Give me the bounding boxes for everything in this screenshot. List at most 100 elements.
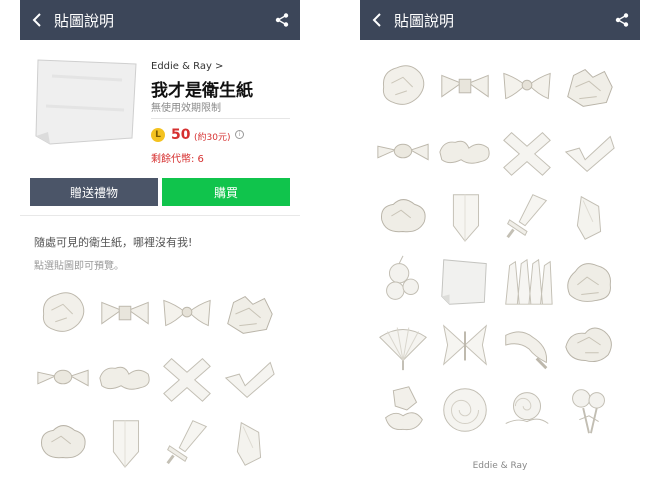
sticker-image <box>564 135 615 172</box>
sticker-crumpled-ball[interactable] <box>372 55 434 119</box>
sticker-cross[interactable] <box>496 120 558 184</box>
sticker-image <box>385 385 423 430</box>
sticker-twist[interactable] <box>434 55 496 119</box>
sticker-image <box>236 421 262 466</box>
sticker-image <box>567 69 613 107</box>
share-icon <box>615 13 629 27</box>
sticker-image <box>442 324 488 366</box>
sticker-bouquet[interactable] <box>558 378 620 442</box>
divider <box>151 118 290 119</box>
sticker-paper-sheet[interactable] <box>434 249 496 313</box>
sticker-main-image <box>35 59 137 145</box>
sticker-bow[interactable] <box>156 282 218 346</box>
sticker-image <box>224 361 275 398</box>
sticker-image <box>572 388 605 433</box>
sticker-twist[interactable] <box>94 282 156 346</box>
sticker-rosette[interactable] <box>496 378 558 442</box>
sticker-sword[interactable] <box>496 184 558 248</box>
sticker-image <box>505 391 549 424</box>
sticker-image <box>441 258 487 305</box>
sticker-image <box>386 255 419 300</box>
sticker-checkmark[interactable] <box>218 346 280 410</box>
validity-text: 無使用效期限制 <box>151 103 221 114</box>
sticker-pompom[interactable] <box>372 249 434 313</box>
pack-name: 我才是衛生紙 <box>151 81 253 101</box>
sticker-grid <box>32 282 280 474</box>
sticker-checkmark[interactable] <box>558 120 620 184</box>
sticker-folded-point[interactable] <box>434 184 496 248</box>
sticker-image <box>41 425 86 459</box>
sticker-small-bow[interactable] <box>372 120 434 184</box>
sticker-image <box>382 65 425 105</box>
sticker-image <box>452 194 480 242</box>
page-title: 貼圖說明 <box>54 11 115 30</box>
sticker-small-bow[interactable] <box>32 346 94 410</box>
price-twd: (約30元) <box>194 133 231 143</box>
page-title: 貼圖說明 <box>394 11 455 30</box>
sticker-scroll[interactable] <box>218 410 280 474</box>
remaining-coins: 剩餘代幣: 6 <box>151 154 204 165</box>
sticker-sword[interactable] <box>156 410 218 474</box>
sticker-image <box>443 387 487 432</box>
sticker-grid <box>372 55 620 442</box>
sticker-folded-point[interactable] <box>94 410 156 474</box>
sticker-image <box>567 262 611 302</box>
gift-button[interactable]: 贈送禮物 <box>30 178 158 206</box>
top-bar: 貼圖說明 <box>360 0 640 40</box>
sticker-crumple-pile[interactable] <box>558 249 620 313</box>
sticker-image <box>379 327 427 371</box>
left-screen: 貼圖說明 Eddie & Ray > 我才是衛生紙 無使用效期限制 L 50 (… <box>20 0 300 503</box>
sticker-image <box>42 292 85 332</box>
author-credit: Eddie & Ray <box>472 461 528 471</box>
sticker-rose[interactable] <box>434 378 496 442</box>
right-screen: 貼圖說明 Eddie & Ray <box>360 0 640 503</box>
sticker-swirl[interactable] <box>496 313 558 377</box>
sticker-image <box>227 296 273 334</box>
sticker-scroll[interactable] <box>558 184 620 248</box>
top-bar: 貼圖說明 <box>20 0 300 40</box>
coin-icon: L <box>151 128 165 142</box>
sticker-bow[interactable] <box>496 55 558 119</box>
sticker-image <box>381 199 426 233</box>
sticker-image <box>506 194 548 239</box>
info-icon[interactable]: i <box>235 130 244 139</box>
preview-hint: 點選貼圖即可預覽。 <box>34 261 124 272</box>
sticker-image <box>99 366 150 390</box>
sticker-butterfly[interactable] <box>434 313 496 377</box>
sticker-image <box>101 301 149 325</box>
sticker-flower-crumple[interactable] <box>558 313 620 377</box>
sticker-image <box>441 74 489 98</box>
share-button[interactable] <box>604 0 640 40</box>
share-button[interactable] <box>264 0 300 40</box>
back-button[interactable] <box>20 0 54 40</box>
buy-button[interactable]: 購買 <box>162 178 290 206</box>
author-link[interactable]: Eddie & Ray > <box>151 61 223 72</box>
sticker-cross[interactable] <box>156 346 218 410</box>
sticker-image <box>505 331 548 370</box>
sticker-tubes[interactable] <box>496 249 558 313</box>
sticker-double-crumple[interactable] <box>94 346 156 410</box>
sticker-crumpled-ball[interactable] <box>32 282 94 346</box>
sticker-image <box>37 369 89 387</box>
sticker-rose-bud[interactable] <box>372 378 434 442</box>
back-button[interactable] <box>360 0 394 40</box>
sticker-image <box>112 420 140 468</box>
price-value: 50 <box>171 127 191 143</box>
sticker-image <box>166 420 208 465</box>
chevron-left-icon <box>372 13 381 27</box>
pack-description: 隨處可見的衛生紙，哪裡沒有我! <box>34 236 193 249</box>
sticker-double-crumple[interactable] <box>434 120 496 184</box>
sticker-crumple[interactable] <box>32 410 94 474</box>
sticker-fan[interactable] <box>372 313 434 377</box>
sticker-crumpled-pile[interactable] <box>218 282 280 346</box>
sticker-crumpled-pile[interactable] <box>558 55 620 119</box>
sticker-image <box>505 258 553 305</box>
divider <box>20 215 300 216</box>
share-icon <box>275 13 289 27</box>
sticker-crumple[interactable] <box>372 184 434 248</box>
sticker-image <box>503 72 551 100</box>
sticker-image <box>163 299 211 327</box>
sticker-image <box>377 143 429 161</box>
sticker-image <box>163 358 211 402</box>
sticker-image <box>503 131 551 176</box>
